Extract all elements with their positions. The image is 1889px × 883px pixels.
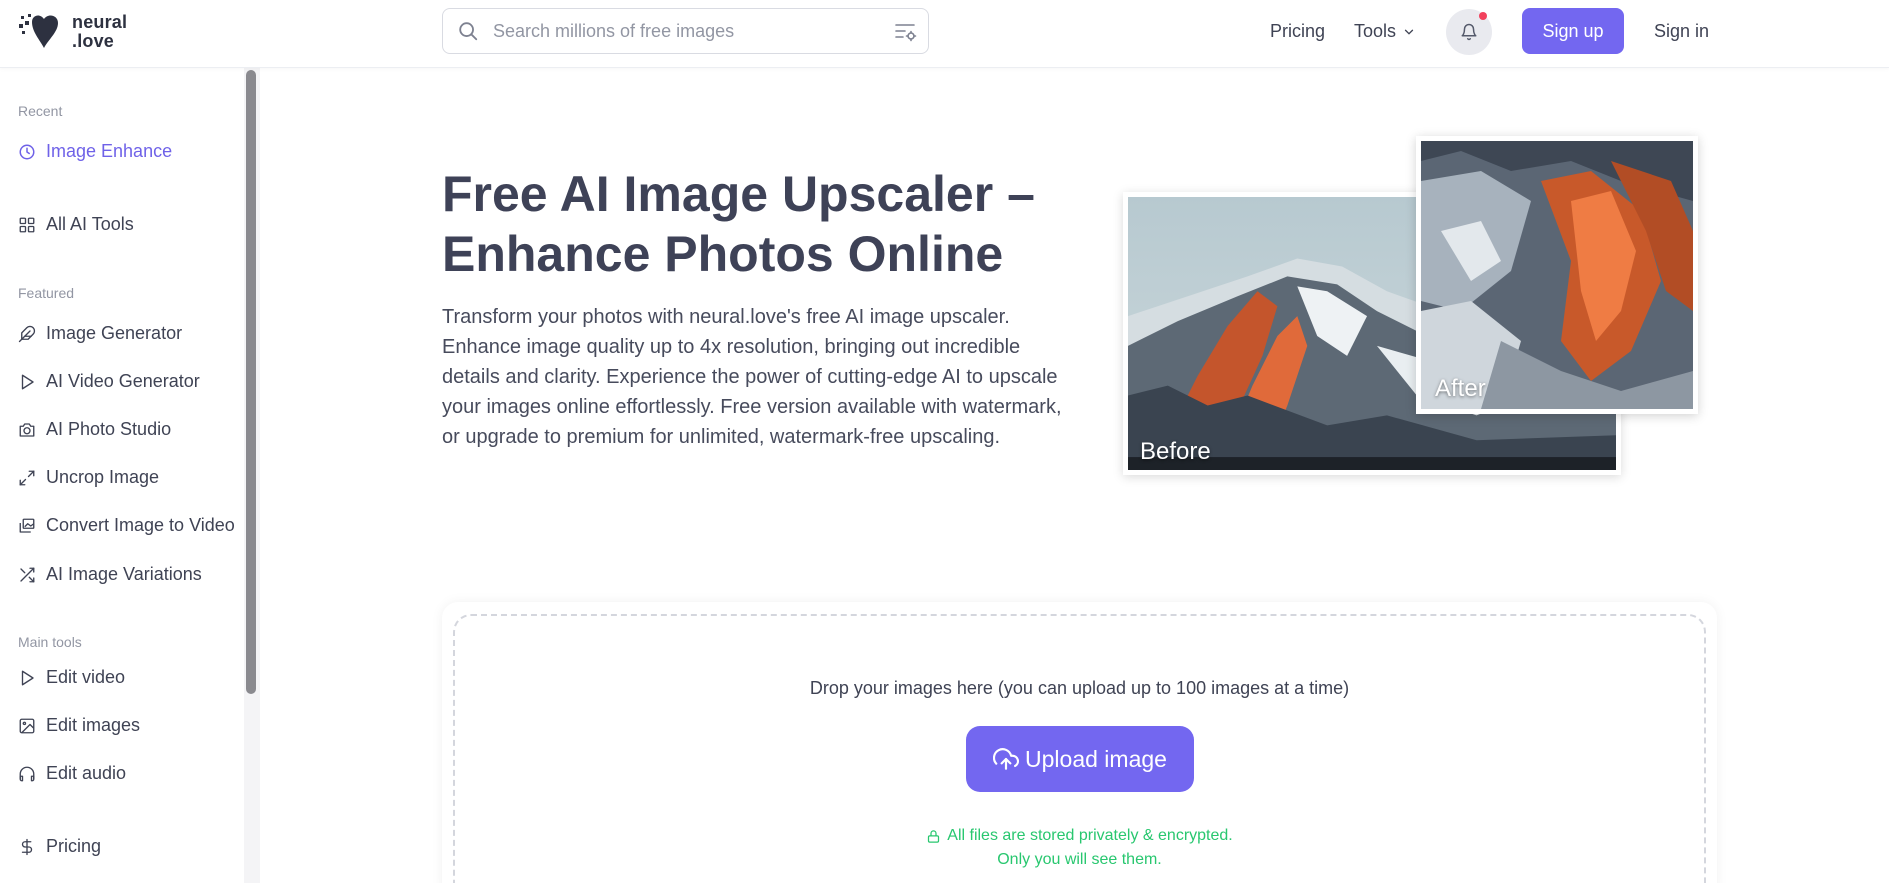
page-title-line1: Free AI Image Upscaler – (442, 166, 1035, 222)
sidebar: Recent Image Enhance All AI Tools Featur… (0, 68, 260, 883)
notifications-button[interactable] (1446, 9, 1492, 55)
sidebar-item-label: Convert Image to Video (46, 515, 235, 535)
sign-in-link[interactable]: Sign in (1654, 21, 1709, 42)
heart-logo-icon (19, 14, 58, 49)
drop-instructions: Drop your images here (you can upload up… (809, 678, 1350, 698)
sidebar-item-edit-audio[interactable]: Edit audio (18, 763, 126, 784)
dollar-icon (21, 838, 33, 855)
sidebar-item-label: Uncrop Image (46, 467, 160, 487)
images-icon (19, 518, 35, 533)
lock-icon (928, 829, 940, 843)
filter-settings-icon[interactable] (894, 20, 918, 44)
privacy-note-line2: Only you will see them. (997, 851, 1162, 868)
sidebar-item-image-generator[interactable]: Image Generator (18, 323, 182, 344)
chevron-down-icon (1404, 29, 1414, 35)
sidebar-item-label: AI Image Variations (46, 564, 202, 584)
mountain-after-image (1421, 141, 1693, 409)
sign-up-button[interactable]: Sign up (1522, 8, 1624, 54)
sidebar-item-edit-video[interactable]: Edit video (18, 667, 125, 688)
search-bar[interactable] (442, 8, 929, 54)
before-label: Before (1140, 438, 1211, 465)
sidebar-item-ai-video-generator[interactable]: AI Video Generator (18, 371, 200, 392)
upload-button-label: Upload image (1025, 745, 1167, 772)
clock-icon (19, 144, 35, 159)
sidebar-item-ai-image-variations[interactable]: AI Image Variations (18, 564, 202, 585)
privacy-note-line1: All files are stored privately & encrypt… (947, 827, 1233, 844)
image-icon (19, 718, 35, 733)
sidebar-item-ai-photo-studio[interactable]: AI Photo Studio (18, 419, 171, 440)
sidebar-item-label: Image Generator (46, 323, 183, 343)
sidebar-item-label: AI Video Generator (46, 371, 200, 391)
grid-icon (19, 217, 35, 232)
logo[interactable]: neural .love (18, 10, 127, 54)
logo-text-line1: neural (72, 12, 128, 32)
sidebar-item-label: Edit video (46, 667, 126, 687)
after-image: After (1416, 136, 1698, 414)
sidebar-item-all-ai-tools[interactable]: All AI Tools (18, 214, 134, 235)
sidebar-item-convert-image-to-video[interactable]: Convert Image to Video (18, 515, 235, 536)
nav-pricing-link[interactable]: Pricing (1270, 21, 1325, 42)
expand-icon (19, 470, 35, 485)
logo-text-line2: .love (72, 31, 115, 51)
upload-image-button[interactable]: Upload image (966, 726, 1194, 792)
sidebar-item-label: Edit images (46, 715, 141, 735)
sidebar-section-main-tools: Main tools (18, 634, 82, 650)
top-header: neural .love Pricing Tools Sign up Sign … (0, 0, 1889, 68)
sidebar-item-label: Edit audio (46, 763, 127, 783)
sidebar-item-label: AI Photo Studio (46, 419, 172, 439)
sidebar-section-recent: Recent (18, 103, 63, 119)
bell-icon (1461, 23, 1477, 41)
nav-tools-label: Tools (1354, 21, 1397, 41)
search-input[interactable] (493, 20, 873, 42)
sidebar-section-featured: Featured (18, 285, 75, 301)
sidebar-item-label: Image Enhance (46, 141, 173, 161)
sidebar-item-label: Pricing (46, 836, 102, 856)
sidebar-item-image-enhance[interactable]: Image Enhance (18, 141, 172, 162)
search-icon (459, 22, 478, 41)
notification-dot (1479, 12, 1487, 20)
sidebar-item-label: All AI Tools (46, 214, 134, 234)
sidebar-item-edit-images[interactable]: Edit images (18, 715, 140, 736)
page-title: Free AI Image Upscaler – Enhance Photos … (442, 164, 1062, 284)
nav-tools-dropdown[interactable]: Tools (1354, 21, 1416, 42)
cloud-upload-icon (993, 748, 1020, 770)
sidebar-item-pricing[interactable]: Pricing (18, 836, 101, 857)
privacy-note: All files are stored privately & encrypt… (453, 824, 1706, 872)
headphones-icon (19, 766, 35, 781)
after-label: After (1435, 375, 1486, 402)
feather-icon (18, 325, 36, 342)
shuffle-icon (20, 567, 35, 582)
play-icon (21, 670, 34, 685)
play-icon (21, 374, 34, 389)
hero-description: Transform your photos with neural.love's… (442, 306, 1062, 448)
sidebar-item-uncrop-image[interactable]: Uncrop Image (18, 467, 159, 488)
page-title-line2: Enhance Photos Online (442, 226, 1004, 282)
sidebar-scrollbar-thumb[interactable] (246, 70, 256, 694)
camera-icon (19, 422, 35, 437)
